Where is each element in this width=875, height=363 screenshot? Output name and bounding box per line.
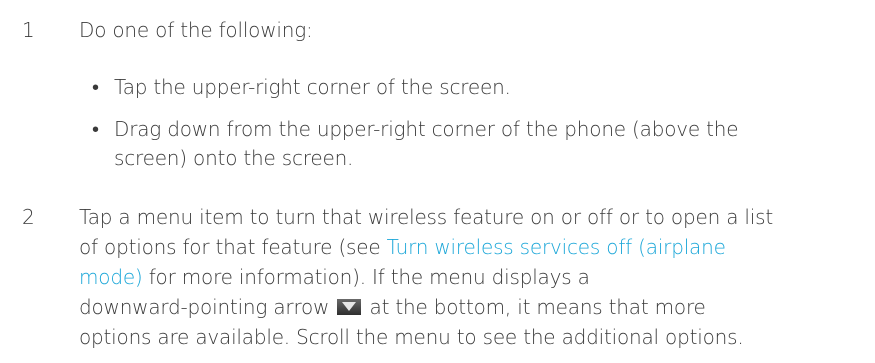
option-list: • Tap the upper-right corner of the scre… — [90, 73, 850, 186]
list-item-text: Tap the upper-right corner of the screen… — [114, 75, 511, 99]
list-item: • Drag down from the upper-right corner … — [90, 115, 850, 173]
body-line: of options for that feature (see Turn wi… — [79, 232, 859, 262]
body-text: of options for that feature (see — [79, 235, 387, 259]
body-text: downward-pointing arrow — [79, 295, 336, 319]
body-line: mode) for more information). If the menu… — [79, 262, 859, 292]
bullet-icon: • — [92, 117, 99, 141]
step-number: 1 — [22, 18, 35, 42]
body-line: downward-pointing arrow at the bottom, i… — [79, 292, 859, 322]
airplane-mode-link-continued[interactable]: mode) — [79, 265, 143, 289]
downward-arrow-icon — [337, 299, 362, 315]
step-intro: Do one of the following: — [79, 18, 313, 42]
help-page: { "step1": { "number": "1", "intro": "Do… — [0, 0, 875, 363]
step-body: Tap a menu item to turn that wireless fe… — [79, 202, 859, 352]
step-number: 2 — [22, 205, 35, 229]
body-line: Tap a menu item to turn that wireless fe… — [79, 205, 773, 229]
body-text: for more information). If the menu displ… — [142, 265, 590, 289]
airplane-mode-link[interactable]: Turn wireless services off (airplane — [387, 235, 726, 259]
list-item: • Tap the upper-right corner of the scre… — [90, 73, 850, 102]
body-text: at the bottom, it means that more — [363, 295, 706, 319]
list-item-text: screen) onto the screen. — [114, 146, 354, 170]
bullet-icon: • — [92, 75, 99, 99]
body-line: options are available. Scroll the menu t… — [79, 325, 744, 349]
list-item-text: Drag down from the upper-right corner of… — [114, 117, 739, 141]
